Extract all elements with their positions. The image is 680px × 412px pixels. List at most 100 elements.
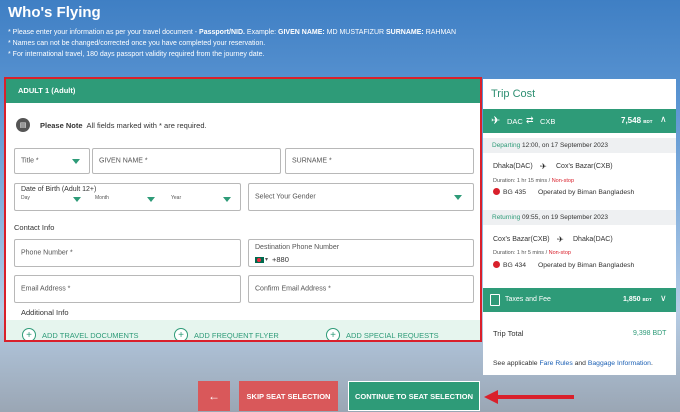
chevron-down-icon [454,195,462,200]
taxes-currency: BDT [642,297,652,302]
returning-time: 09:55, on 19 September 2023 [522,214,609,221]
country-dropdown-caret[interactable]: ▾ [265,256,268,263]
taxes-price-value: 1,850 [623,296,641,303]
trip-cost-panel: Trip Cost ✈ DAC ⇄ CXB 7,548 BDT ∧ Depart… [483,79,676,375]
surname-placeholder: SURNAME * [292,157,332,165]
passenger-form: ADULT 1 (Adult) ▤ Please Note All fields… [4,77,482,342]
back-button[interactable]: ← [198,381,230,411]
dob-select-group[interactable]: Date of Birth (Adult 12+) Day Month Year [14,183,241,211]
trip-cost-title: Trip Cost [491,88,536,100]
note-text: All fields marked with * are required. [86,120,207,130]
skip-seat-selection-button[interactable]: SKIP SEAT SELECTION [239,381,338,411]
adult-section-header[interactable]: ADULT 1 (Adult) [6,79,480,103]
return-origin: Cox's Bazar(CXB) [493,236,550,243]
dob-day-select[interactable]: Day [21,195,30,201]
biman-logo-icon [493,188,500,195]
phone-placeholder: Phone Number * [21,249,73,257]
email-input[interactable]: Email Address * [14,275,241,303]
back-arrow-icon: ← [208,389,220,403]
add-special-requests-button[interactable]: + ADD SPECIAL REQUESTS [326,328,439,340]
departure-operator: Operated by Biman Bangladesh [537,189,635,196]
add-frequent-flyer-label: ADD FREQUENT FLYER [194,330,279,340]
dob-year-select[interactable]: Year [171,195,181,201]
fare-rules-link[interactable]: Fare Rules [539,360,572,367]
chevron-down-icon [147,197,155,202]
chevron-down-icon [73,197,81,202]
taxes-fee-bar[interactable]: Taxes and Fee 1,850 BDT ∨ [483,288,676,312]
chevron-down-icon[interactable]: ∨ [660,293,667,304]
route-to: CXB [540,117,556,126]
skip-seat-selection-label: SKIP SEAT SELECTION [246,391,331,401]
required-note: ▤ Please Note All fields marked with * a… [16,118,207,132]
surname-input[interactable]: SURNAME * [285,148,474,174]
bangladesh-flag-icon[interactable] [255,257,264,263]
fare-info-line: See applicable Fare Rules and Baggage In… [493,360,653,367]
airplane-icon: ✈ [491,115,501,127]
plus-icon: + [326,328,340,340]
route-currency: BDT [643,119,653,124]
instruction-line-1: * Please enter your information as per y… [8,29,457,36]
departure-flight-number: BG 435 [503,189,527,196]
return-destination: Dhaka(DAC) [573,236,613,243]
contact-info-label: Contact Info [14,223,55,232]
departing-header: Departing 12:00, on 17 September 2023 [483,138,676,153]
add-special-requests-label: ADD SPECIAL REQUESTS [346,330,439,340]
departure-duration: Duration: 1 hr 15 mins / Non-stop [493,178,574,184]
route-summary-bar[interactable]: ✈ DAC ⇄ CXB 7,548 BDT ∧ [483,109,676,133]
note-icon: ▤ [16,118,30,132]
additional-info-label: Additional Info [21,308,69,317]
route-price-value: 7,548 [621,116,642,125]
returning-label: Returning [492,214,521,221]
airplane-icon: ✈ [557,235,564,244]
given-name-placeholder: GIVEN NAME * [99,157,148,165]
taxes-label: Taxes and Fee [505,296,551,303]
continue-to-seat-selection-label: CONTINUE TO SEAT SELECTION [354,391,474,401]
given-name-input[interactable]: GIVEN NAME * [92,148,281,174]
return-duration-text: Duration: 1 hr 5 mins / [493,250,549,256]
confirm-email-input[interactable]: Confirm Email Address * [248,275,474,303]
destination-phone-input[interactable]: Destination Phone Number ▾ +880 [248,239,474,267]
instructions: * Please enter your information as per y… [8,27,456,60]
return-stop-type: Non-stop [548,250,571,256]
plus-icon: + [174,328,188,340]
continue-to-seat-selection-button[interactable]: CONTINUE TO SEAT SELECTION [348,381,480,411]
departure-origin: Dhaka(DAC) [493,163,533,170]
add-travel-documents-label: ADD TRAVEL DOCUMENTS [42,330,139,340]
fare-and: and [572,360,588,367]
return-duration: Duration: 1 hr 5 mins / Non-stop [493,250,571,256]
departure-duration-text: Duration: 1 hr 15 mins / [493,178,552,184]
red-arrow-annotation [484,390,574,404]
note-bold: Please Note [40,120,83,130]
gender-select[interactable]: Select Your Gender [248,183,474,211]
destination-phone-label: Destination Phone Number [255,244,340,251]
phone-input[interactable]: Phone Number * [14,239,241,267]
arrow-right-icon: ⇄ [526,115,534,125]
plus-icon: + [22,328,36,340]
departure-stop-type: Non-stop [551,178,575,184]
chevron-down-icon [72,159,80,164]
airplane-icon: ✈ [540,162,547,171]
receipt-icon [490,294,500,306]
title-placeholder: Title * [21,157,39,165]
returning-header: Returning 09:55, on 19 September 2023 [483,210,676,225]
fare-suffix: . [650,360,653,367]
chevron-up-icon[interactable]: ∧ [660,114,667,125]
title-select[interactable]: Title * [14,148,90,174]
add-frequent-flyer-button[interactable]: + ADD FREQUENT FLYER [174,328,279,340]
add-travel-documents-button[interactable]: + ADD TRAVEL DOCUMENTS [22,328,139,340]
dob-month-select[interactable]: Month [95,195,109,201]
gender-placeholder: Select Your Gender [255,193,316,201]
departing-label: Departing [492,142,521,149]
baggage-information-link[interactable]: Baggage Information [588,360,651,367]
taxes-price: 1,850 BDT [623,296,652,303]
instruction-line-2: * Names can not be changed/corrected onc… [8,40,266,47]
trip-total-value: 9,398 BDT [633,330,667,337]
return-operator: Operated by Biman Bangladesh [537,262,635,269]
country-code: +880 [272,255,289,264]
dob-label: Date of Birth (Adult 12+) [21,186,97,193]
departure-flight: BG 435 Operated by Biman Bangladesh [493,188,634,196]
fare-prefix: See applicable [493,360,540,367]
email-placeholder: Email Address * [21,285,71,293]
route-price: 7,548 BDT [621,116,653,125]
page-title: Who's Flying [8,4,101,21]
